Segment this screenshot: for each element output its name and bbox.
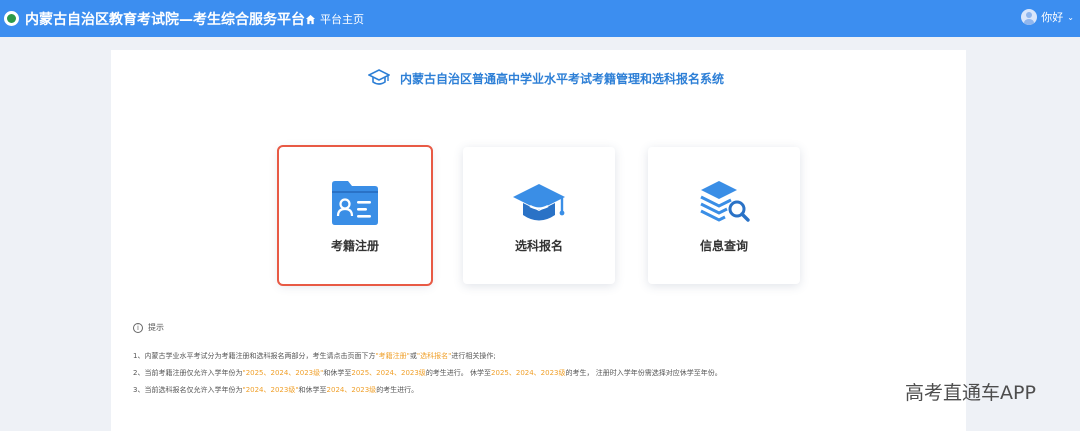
watermark: 高考直通车APP xyxy=(905,382,1036,404)
tips-heading: i 提示 xyxy=(133,322,943,333)
tip-text: 的考生， 注册时入学年份需选择对应休学至年份。 xyxy=(565,369,722,377)
tip-highlight: 2025、2024、2023级 xyxy=(351,369,426,377)
tip-highlight: 2024、2023级 xyxy=(326,386,377,394)
tip-highlight: "2024、2023级" xyxy=(242,386,299,394)
card-info-query-label: 信息查询 xyxy=(699,239,748,253)
tip-highlight: "选科报名" xyxy=(416,352,452,360)
card-subject-selection-label: 选科报名 xyxy=(514,239,563,253)
tip-text: 和休学至 xyxy=(323,369,352,377)
tip-text: 的考生进行。 xyxy=(376,386,419,394)
user-menu[interactable]: 你好 ⌄ xyxy=(1021,9,1074,25)
layers-search-icon xyxy=(700,181,750,222)
home-link[interactable]: 平台主页 xyxy=(305,11,364,27)
tip-highlight: "考籍注册" xyxy=(375,352,410,360)
tip-text: 的考生进行。 休学至 xyxy=(425,369,492,377)
tip-text: 3、当前选科报名仅允许入学年份为 xyxy=(133,386,243,394)
chevron-down-icon: ⌄ xyxy=(1067,12,1074,22)
graduation-cap-icon xyxy=(368,69,390,85)
tip-line-3: 3、当前选科报名仅允许入学年份为"2024、2023级"和休学至2024、202… xyxy=(133,382,943,399)
graduation-cap-icon xyxy=(513,184,565,221)
info-icon: i xyxy=(133,322,143,333)
avatar xyxy=(1021,9,1038,25)
home-link-label: 平台主页 xyxy=(320,13,364,26)
tip-line-2: 2、当前考籍注册仅允许入学年份为"2025、2024、2023级"和休学至202… xyxy=(133,365,943,382)
card-registration-label: 考籍注册 xyxy=(330,239,379,253)
tip-text: 进行相关操作; xyxy=(451,352,496,360)
home-icon xyxy=(305,14,316,24)
card-info-query[interactable]: 信息查询 xyxy=(648,147,800,284)
tip-text: 和休学至 xyxy=(298,386,327,394)
tip-highlight: "2025、2024、2023级" xyxy=(242,369,324,377)
user-greeting: 你好 xyxy=(1041,11,1064,24)
tip-line-1: 1、内蒙古学业水平考试分为考籍注册和选科报名两部分，考生请点击页面下方"考籍注册… xyxy=(133,348,943,365)
system-title: 内蒙古自治区普通高中学业水平考试考籍管理和选科报名系统 xyxy=(368,68,724,88)
student-file-icon xyxy=(332,181,378,225)
tip-text: 1、内蒙古学业水平考试分为考籍注册和选科报名两部分，考生请点击页面下方 xyxy=(133,352,376,360)
tips-section: i 提示 1、内蒙古学业水平考试分为考籍注册和选科报名两部分，考生请点击页面下方… xyxy=(133,322,943,399)
exam-authority-logo xyxy=(4,11,19,26)
tip-highlight: 2025、2024、2023级 xyxy=(491,369,566,377)
system-title-text: 内蒙古自治区普通高中学业水平考试考籍管理和选科报名系统 xyxy=(400,71,725,86)
tip-text: 或 xyxy=(409,352,417,360)
tips-heading-label: 提示 xyxy=(148,323,164,332)
app-title: 内蒙古自治区教育考试院—考生综合服务平台 xyxy=(25,12,305,28)
card-subject-selection[interactable]: 选科报名 xyxy=(463,147,615,284)
tip-text: 2、当前考籍注册仅允许入学年份为 xyxy=(133,369,243,377)
card-registration[interactable]: 考籍注册 xyxy=(277,145,433,286)
top-navigation-bar: 内蒙古自治区教育考试院—考生综合服务平台 平台主页 你好 ⌄ xyxy=(0,0,1080,37)
main-panel: 内蒙古自治区普通高中学业水平考试考籍管理和选科报名系统 考籍注册 选科报名 信息… xyxy=(111,50,966,431)
